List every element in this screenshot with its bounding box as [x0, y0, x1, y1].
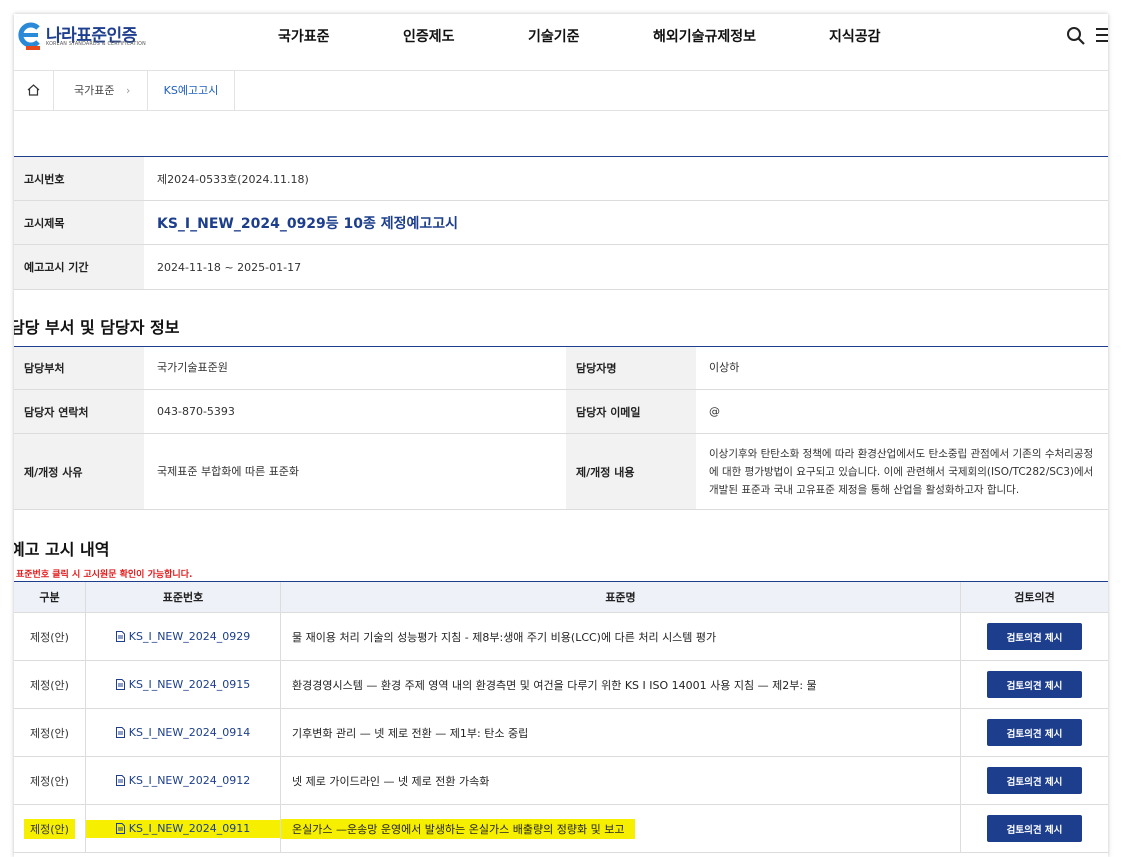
review-cell: 검토의견 제시 — [961, 709, 1108, 756]
notice-label: 고시번호 — [14, 157, 144, 200]
nav-item-national-standard[interactable]: 국가표준 — [278, 14, 330, 60]
row-type: 제정(안) — [14, 661, 86, 708]
search-icon[interactable] — [1066, 26, 1086, 46]
contact-content-value: 이상기후와 탄탄소화 정책에 따라 환경산업에서도 탄소중립 관점에서 기존의 … — [709, 447, 1094, 496]
contact-value: 국제표준 부합화에 따른 표준화 — [157, 464, 300, 478]
notice-value: 2024-11-18 ~ 2025-01-17 — [157, 260, 302, 274]
document-icon — [115, 727, 125, 738]
notice-title-value: KS_I_NEW_2024_0929등 10종 제정예고고시 — [157, 215, 459, 232]
list-header-row: 구분 표준번호 표준명 검토의견 — [14, 581, 1108, 613]
contact-row-3: 제/개정 사유 국제표준 부합화에 따른 표준화 제/개정 내용 이상기후와 탄… — [14, 434, 1108, 510]
contact-row-2: 담당자 연락처 043-870-5393 담당자 이메일 @ — [14, 390, 1108, 434]
standard-number-link[interactable]: KS_I_NEW_2024_0911 — [86, 805, 281, 852]
contact-label: 담당부처 — [14, 347, 144, 389]
notice-row-title: 고시제목 KS_I_NEW_2024_0929등 10종 제정예고고시 — [14, 201, 1108, 245]
contact-value: 국가기술표준원 — [157, 361, 228, 374]
document-icon — [115, 775, 125, 786]
page-frame: 나라표준인증 KOREAN STANDARDS & CERTIFICATION … — [14, 14, 1108, 857]
review-comment-button[interactable]: 검토의견 제시 — [987, 623, 1082, 650]
logo-subtext: KOREAN STANDARDS & CERTIFICATION — [46, 42, 146, 47]
contact-section-title: 담당 부서 및 담당자 정보 — [14, 318, 180, 337]
table-row: 제정(안) KS_I_NEW_2024_0912 넷 제로 가이드라인 — 넷 … — [14, 757, 1108, 805]
highlight-mark: KS_I_NEW_2024_0911 — [86, 819, 280, 838]
row-type: 제정(안) — [14, 709, 86, 756]
document-icon — [115, 631, 125, 642]
standard-name: 환경경영시스템 — 환경 주제 영역 내의 환경측면 및 여건을 다루기 위한 … — [281, 661, 961, 708]
standard-name: 넷 제로 가이드라인 — 넷 제로 전환 가속화 — [281, 757, 961, 804]
contact-label: 담당자명 — [566, 347, 696, 389]
logo-e-icon — [18, 22, 40, 50]
nav-item-certification[interactable]: 인증제도 — [403, 14, 455, 60]
standard-number: KS_I_NEW_2024_0914 — [128, 726, 251, 739]
standard-number: KS_I_NEW_2024_0912 — [128, 774, 251, 787]
site-header: 나라표준인증 KOREAN STANDARDS & CERTIFICATION … — [14, 14, 1108, 70]
table-row: 제정(안) KS_I_NEW_2024_0911 온실가스 —운송망 운영에서 … — [14, 805, 1108, 853]
contact-value: @ — [709, 404, 720, 418]
column-header-type: 구분 — [14, 582, 86, 613]
list-note: 표준번호 클릭 시 고시원문 확인이 가능합니다. — [16, 570, 193, 580]
column-header-name: 표준명 — [281, 582, 961, 613]
row-type: 제정(안) — [14, 613, 86, 660]
notice-row-period: 예고고시 기간 2024-11-18 ~ 2025-01-17 — [14, 245, 1108, 290]
contact-row-1: 담당부처 국가기술표준원 담당자명 이상하 — [14, 347, 1108, 390]
contact-label: 담당자 연락처 — [14, 390, 144, 433]
review-cell: 검토의견 제시 — [961, 805, 1108, 852]
breadcrumb-label: 국가표준 — [74, 84, 115, 97]
standard-name: 물 재이용 처리 기술의 성능평가 지침 - 제8부:생애 주기 비용(LCC)… — [281, 613, 961, 660]
standard-number-link[interactable]: KS_I_NEW_2024_0929 — [86, 613, 281, 660]
standard-number-link[interactable]: KS_I_NEW_2024_0914 — [86, 709, 281, 756]
notice-label: 예고고시 기간 — [14, 245, 144, 289]
column-header-number: 표준번호 — [86, 582, 281, 613]
notice-label: 고시제목 — [14, 201, 144, 244]
list-section-title: 예고 고시 내역 — [14, 540, 110, 559]
document-icon — [115, 823, 125, 834]
standard-name-cell: 온실가스 —운송망 운영에서 발생하는 온실가스 배출량의 정량화 및 보고 — [281, 805, 961, 852]
home-icon[interactable] — [14, 71, 54, 110]
contact-value: 이상하 — [709, 361, 740, 374]
notice-value: 제2024-0533호(2024.11.18) — [157, 172, 309, 186]
review-cell: 검토의견 제시 — [961, 757, 1108, 804]
review-cell: 검토의견 제시 — [961, 661, 1108, 708]
standard-number-link[interactable]: KS_I_NEW_2024_0912 — [86, 757, 281, 804]
table-row: 제정(안) KS_I_NEW_2024_0914 기후변화 관리 — 넷 제로 … — [14, 709, 1108, 757]
nav-item-overseas-regulation[interactable]: 해외기술규제정보 — [653, 14, 756, 60]
standard-number: KS_I_NEW_2024_0915 — [128, 678, 251, 691]
contact-value: 043-870-5393 — [157, 404, 235, 418]
nav-item-knowledge[interactable]: 지식공감 — [829, 14, 881, 60]
review-comment-button[interactable]: 검토의견 제시 — [987, 815, 1082, 842]
nav-item-technical-standard[interactable]: 기술기준 — [528, 14, 580, 60]
column-header-review: 검토의견 — [1014, 591, 1055, 604]
row-type: 제정(안) — [14, 805, 86, 852]
site-logo[interactable]: 나라표준인증 KOREAN STANDARDS & CERTIFICATION — [16, 20, 156, 64]
standard-number-link[interactable]: KS_I_NEW_2024_0915 — [86, 661, 281, 708]
row-type: 제정(안) — [14, 757, 86, 804]
document-icon — [115, 679, 125, 690]
review-comment-button[interactable]: 검토의견 제시 — [987, 767, 1082, 794]
chevron-right-icon: › — [126, 84, 131, 97]
standard-name: 기후변화 관리 — 넷 제로 전환 — 제1부: 탄소 중립 — [281, 709, 961, 756]
contact-label: 담당자 이메일 — [566, 390, 696, 433]
standard-number: KS_I_NEW_2024_0911 — [128, 822, 251, 835]
contact-label: 제/개정 내용 — [566, 434, 696, 509]
table-row: 제정(안) KS_I_NEW_2024_0929 물 재이용 처리 기술의 성능… — [14, 613, 1108, 661]
notice-row-number: 고시번호 제2024-0533호(2024.11.18) — [14, 157, 1108, 201]
standard-name: 온실가스 —운송망 운영에서 발생하는 온실가스 배출량의 정량화 및 보고 — [281, 818, 636, 839]
breadcrumb: 국가표준 › KS예고고시 — [14, 70, 1108, 111]
review-cell: 검토의견 제시 — [961, 613, 1108, 660]
contact-label: 제/개정 사유 — [14, 434, 144, 509]
table-row: 제정(안) KS_I_NEW_2024_0915 환경경영시스템 — 환경 주제… — [14, 661, 1108, 709]
menu-icon[interactable] — [1096, 28, 1108, 44]
breadcrumb-item-national-standard[interactable]: 국가표준 › — [54, 71, 148, 110]
review-comment-button[interactable]: 검토의견 제시 — [987, 719, 1082, 746]
highlighted-type: 제정(안) — [24, 818, 75, 839]
breadcrumb-item-ks-notice[interactable]: KS예고고시 — [148, 71, 235, 110]
standard-number: KS_I_NEW_2024_0929 — [128, 630, 251, 643]
review-comment-button[interactable]: 검토의견 제시 — [987, 671, 1082, 698]
